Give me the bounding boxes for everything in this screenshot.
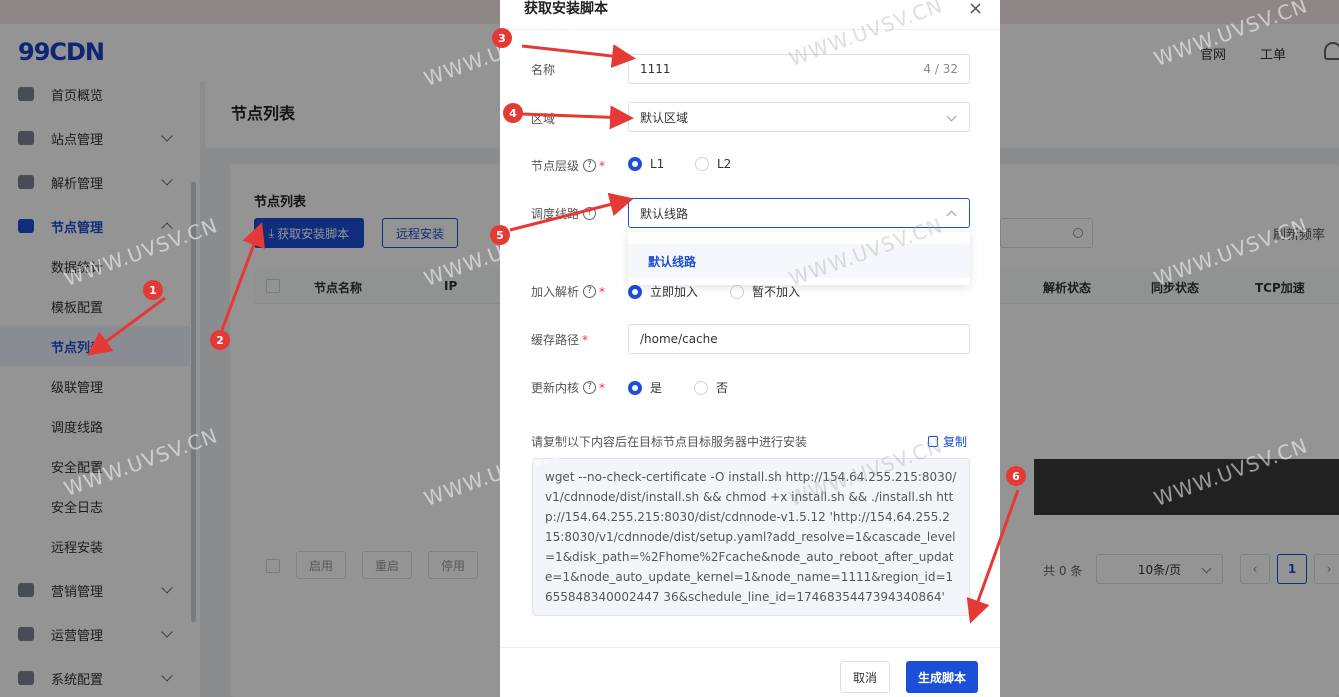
copy-hint: 请复制以下内容后在目标节点目标服务器中进行安装 <box>531 435 808 449</box>
cache-path-input[interactable]: /home/cache <box>628 324 970 354</box>
kernel-update-label: 更新内核? * <box>531 380 606 396</box>
step-badge-2: 2 <box>210 330 230 350</box>
chevron-down-icon <box>946 111 957 122</box>
schedule-line-label: 调度线路? <box>531 205 597 222</box>
cancel-button[interactable]: 取消 <box>840 661 890 693</box>
resolve-label: 加入解析? * <box>531 284 606 300</box>
level-radio-l1[interactable]: L1 <box>628 157 664 171</box>
step-badge-4: 4 <box>503 103 523 123</box>
schedule-line-select[interactable]: 默认线路 <box>628 198 970 228</box>
chevron-up-icon <box>946 210 957 221</box>
radio-dot <box>628 380 642 395</box>
radio-dot <box>694 380 708 395</box>
radio-dot <box>730 284 744 299</box>
step-badge-5: 5 <box>490 225 510 245</box>
region-select[interactable]: 默认区域 <box>628 102 970 132</box>
radio-dot <box>628 157 642 171</box>
help-icon: ? <box>583 285 597 298</box>
level-label: 节点层级? * <box>531 158 606 174</box>
copy-icon <box>928 436 938 447</box>
resolve-radio-now[interactable]: 立即加入 <box>628 283 698 300</box>
name-input[interactable]: 1111 4 / 32 <box>628 54 970 84</box>
help-icon: ? <box>583 207 597 220</box>
install-script-modal: 获取安装脚本 × 名称 1111 4 / 32 区域 默认区域 节点层级? * L… <box>500 0 1000 697</box>
copy-button[interactable]: 复制 <box>928 433 967 450</box>
step-badge-6: 6 <box>1006 466 1026 486</box>
kernel-radio-no[interactable]: 否 <box>694 379 728 396</box>
name-label: 名称 <box>531 63 556 77</box>
name-char-count: 4 / 32 <box>923 62 958 76</box>
region-label: 区域 <box>531 112 556 126</box>
install-script-text[interactable]: wget --no-check-certificate -O install.s… <box>532 458 970 616</box>
cache-path-label: 缓存路径 * <box>531 332 589 348</box>
close-icon[interactable]: × <box>968 0 983 19</box>
step-badge-3: 3 <box>492 28 512 48</box>
step-badge-1: 1 <box>143 280 163 300</box>
radio-dot <box>695 157 709 171</box>
help-icon: ? <box>583 159 597 172</box>
dropdown-option[interactable]: 默认线路 <box>628 244 970 278</box>
modal-divider <box>500 29 1000 30</box>
schedule-line-dropdown: 默认线路 <box>628 232 970 285</box>
help-icon: ? <box>583 381 597 394</box>
radio-dot <box>628 284 642 299</box>
resolve-radio-later[interactable]: 暂不加入 <box>730 283 800 300</box>
level-radio-l2[interactable]: L2 <box>695 157 731 171</box>
generate-script-button[interactable]: 生成脚本 <box>906 661 978 693</box>
modal-footer-divider <box>500 647 1000 648</box>
modal-title: 获取安装脚本 <box>524 1 608 17</box>
kernel-radio-yes[interactable]: 是 <box>628 379 662 396</box>
